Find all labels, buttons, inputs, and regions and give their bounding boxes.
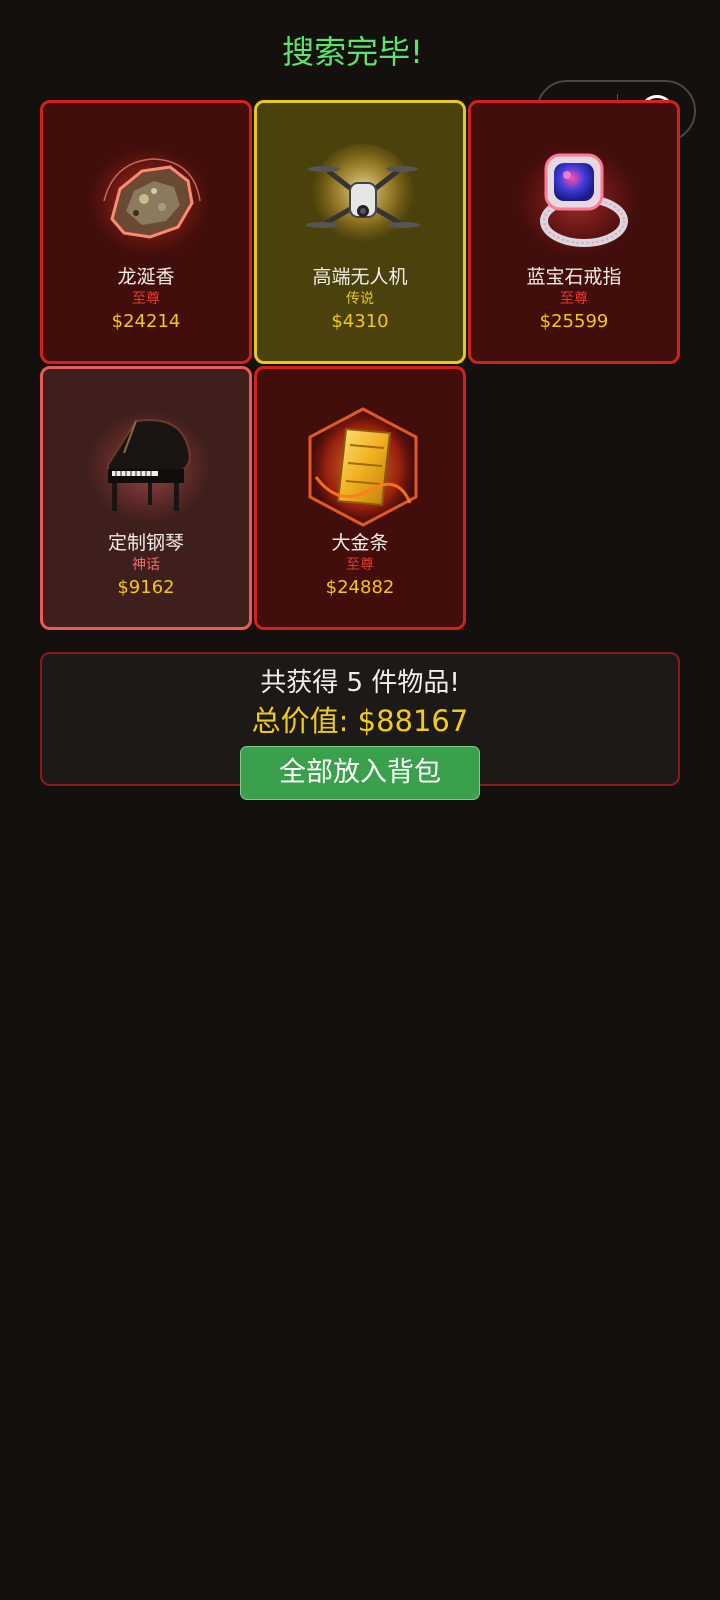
search-result-page: 搜索完毕! 龙涎香 至尊 $24214 高端无人机 传说 $4310 蓝宝石戒指… — [0, 0, 720, 1600]
item-name: 大金条 — [331, 532, 389, 554]
item-rarity: 至尊 — [132, 291, 160, 307]
gold-bar-icon — [308, 407, 418, 527]
item-card[interactable]: 大金条 至尊 $24882 — [254, 366, 466, 630]
item-price: $24214 — [111, 311, 181, 332]
total-value-text: 总价值: $88167 — [251, 704, 469, 738]
item-card[interactable]: 龙涎香 至尊 $24214 — [40, 100, 252, 364]
item-rarity: 传说 — [346, 291, 374, 307]
item-price: $9162 — [117, 577, 175, 598]
drone-icon — [306, 144, 420, 248]
item-price: $25599 — [539, 311, 609, 332]
item-name: 定制钢琴 — [107, 532, 184, 554]
item-count-text: 共获得 5 件物品! — [260, 668, 460, 698]
item-card[interactable]: 高端无人机 传说 $4310 — [254, 100, 466, 364]
page-title: 搜索完毕! — [282, 33, 423, 71]
item-card[interactable]: 蓝宝石戒指 至尊 $25599 — [468, 100, 680, 364]
item-name: 龙涎香 — [117, 266, 175, 288]
sapphire-ring-icon — [517, 145, 637, 257]
item-rarity: 神话 — [132, 557, 160, 573]
item-price: $4310 — [331, 311, 389, 332]
item-name: 蓝宝石戒指 — [526, 266, 622, 288]
item-price: $24882 — [325, 577, 395, 598]
item-rarity: 至尊 — [346, 557, 374, 573]
item-rarity: 至尊 — [560, 291, 588, 307]
grand-piano-icon — [87, 411, 211, 523]
put-all-in-backpack-button[interactable]: 全部放入背包 — [240, 746, 480, 800]
item-card[interactable]: 定制钢琴 神话 $9162 — [40, 366, 252, 630]
item-name: 高端无人机 — [312, 266, 408, 288]
ambergris-icon — [89, 147, 209, 255]
